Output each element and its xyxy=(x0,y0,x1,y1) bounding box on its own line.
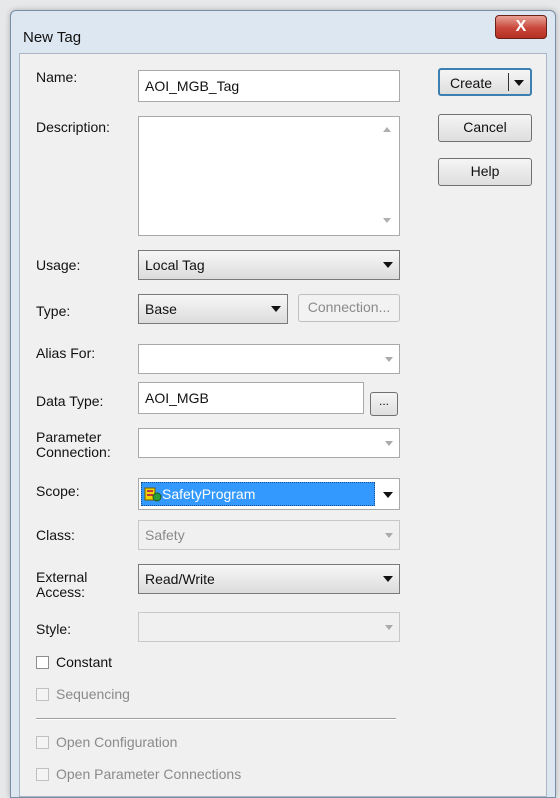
scroll-down-icon[interactable] xyxy=(383,218,391,223)
constant-label: Constant xyxy=(56,654,113,670)
dialog-body: Name: AOI_MGB_Tag Description: Usage: Lo… xyxy=(19,53,547,797)
scope-dropdown[interactable]: SafetyProgram xyxy=(138,478,400,510)
usage-label: Usage: xyxy=(36,257,81,273)
usage-dropdown[interactable]: Local Tag xyxy=(138,250,400,280)
data-type-input[interactable]: AOI_MGB xyxy=(138,382,364,414)
open-configuration-checkbox[interactable] xyxy=(36,736,49,749)
chevron-down-icon xyxy=(383,262,393,268)
data-type-label: Data Type: xyxy=(36,393,104,409)
open-parameter-connections-label: Open Parameter Connections xyxy=(56,766,242,782)
close-button[interactable]: X xyxy=(495,15,547,39)
safety-program-icon xyxy=(144,487,162,502)
sequencing-checkbox[interactable] xyxy=(36,688,49,701)
open-parameter-connections-checkbox[interactable] xyxy=(36,768,49,781)
class-label: Class: xyxy=(36,527,75,543)
style-label: Style: xyxy=(36,621,72,637)
connection-button[interactable]: Connection... xyxy=(298,294,400,322)
alias-for-label: Alias For: xyxy=(36,345,96,361)
dialog-title: New Tag xyxy=(23,29,82,46)
chevron-down-icon xyxy=(385,357,393,362)
scroll-up-icon[interactable] xyxy=(383,127,391,132)
divider xyxy=(36,718,396,720)
parameter-connection-dropdown[interactable] xyxy=(138,428,400,458)
external-access-label: External Access: xyxy=(36,569,88,600)
alias-for-dropdown[interactable] xyxy=(138,344,400,374)
type-label: Type: xyxy=(36,303,71,319)
split-separator xyxy=(508,73,509,91)
class-dropdown[interactable]: Safety xyxy=(138,520,400,550)
chevron-down-icon xyxy=(385,533,393,538)
title-bar: New Tag X xyxy=(11,11,555,53)
parameter-connection-label: Parameter Connection: xyxy=(36,429,111,460)
type-dropdown[interactable]: Base xyxy=(138,294,288,324)
create-button[interactable]: Create xyxy=(438,68,532,96)
help-button[interactable]: Help xyxy=(438,158,532,186)
chevron-down-icon xyxy=(385,625,393,630)
scope-selection-highlight: SafetyProgram xyxy=(141,482,375,506)
description-label: Description: xyxy=(36,119,110,135)
constant-checkbox[interactable] xyxy=(36,656,49,669)
data-type-browse-button[interactable]: ... xyxy=(370,392,398,416)
open-configuration-label: Open Configuration xyxy=(56,734,178,750)
chevron-down-icon xyxy=(383,492,393,498)
create-dropdown-arrow-icon[interactable] xyxy=(514,80,524,86)
name-input[interactable]: AOI_MGB_Tag xyxy=(138,70,400,102)
chevron-down-icon xyxy=(271,306,281,312)
external-access-dropdown[interactable]: Read/Write xyxy=(138,564,400,594)
new-tag-dialog: New Tag X Name: AOI_MGB_Tag Description:… xyxy=(10,10,556,798)
description-textarea[interactable] xyxy=(138,116,400,236)
scope-label: Scope: xyxy=(36,483,80,499)
chevron-down-icon xyxy=(385,441,393,446)
cancel-button[interactable]: Cancel xyxy=(438,114,532,142)
chevron-down-icon xyxy=(383,576,393,582)
name-label: Name: xyxy=(36,69,78,85)
style-dropdown[interactable] xyxy=(138,612,400,642)
sequencing-label: Sequencing xyxy=(56,686,130,702)
